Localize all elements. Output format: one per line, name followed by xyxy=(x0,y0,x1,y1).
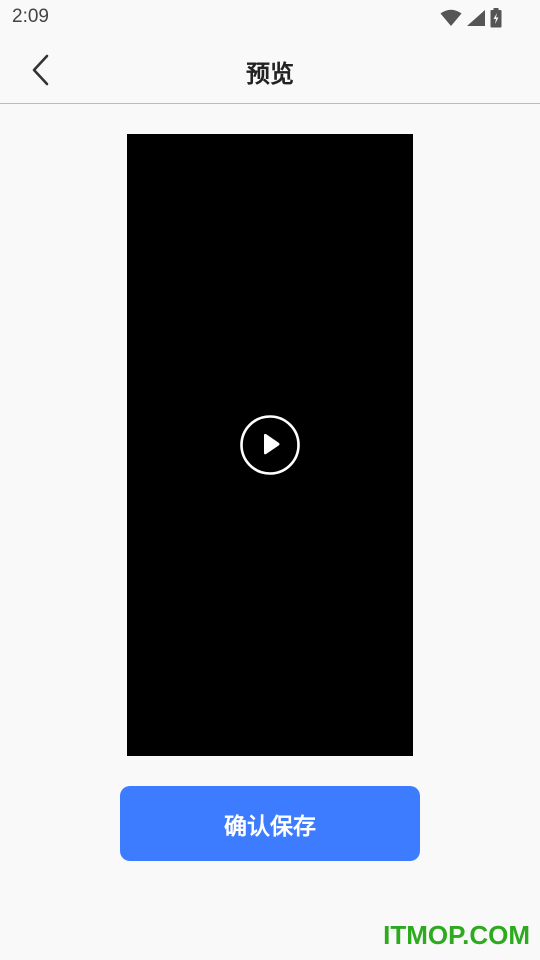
play-button[interactable] xyxy=(239,414,301,476)
battery-charging-icon xyxy=(490,8,502,28)
app-bar: 预览 xyxy=(0,36,540,104)
watermark: ITMOP.COM xyxy=(383,920,530,950)
wifi-icon xyxy=(440,9,462,27)
status-bar: 2:09 xyxy=(0,0,540,36)
status-time: 2:09 xyxy=(12,6,49,27)
cellular-signal-icon xyxy=(466,9,486,27)
status-icons xyxy=(440,7,502,29)
confirm-save-button[interactable]: 确认保存 xyxy=(120,786,420,861)
video-preview[interactable] xyxy=(127,134,413,756)
page-title: 预览 xyxy=(246,60,294,88)
play-circle-icon xyxy=(239,414,301,476)
